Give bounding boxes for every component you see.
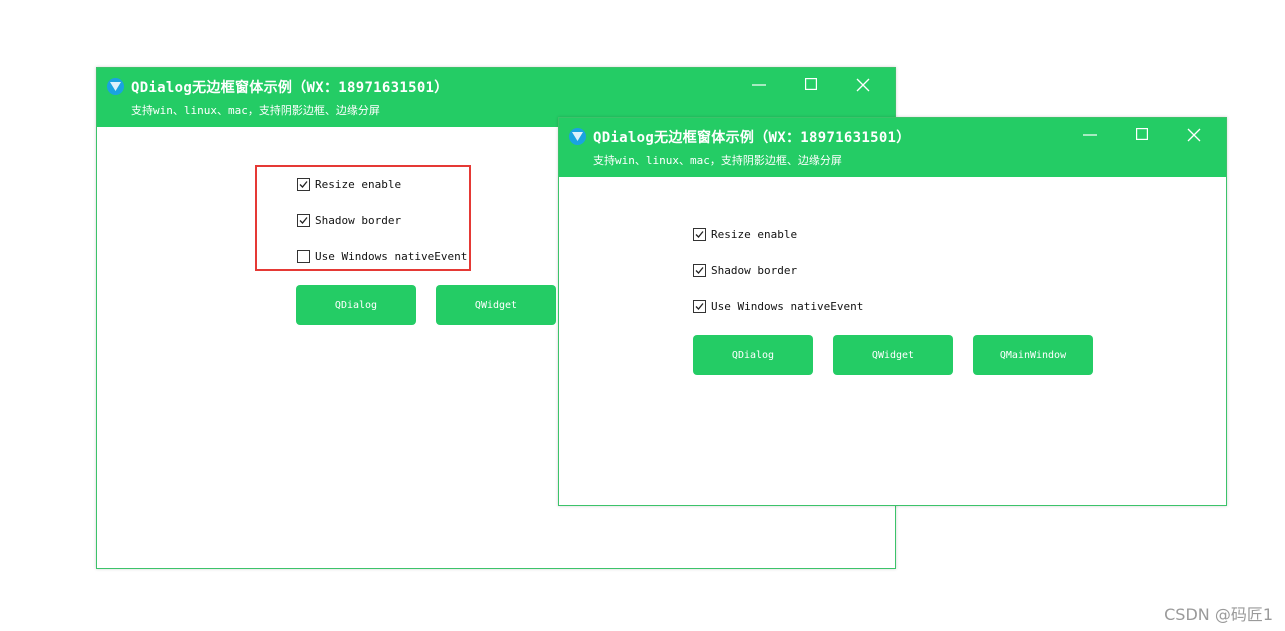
window-title: QDialog无边框窗体示例（WX：18971631501） (593, 130, 911, 146)
minimize-icon (752, 84, 766, 86)
maximize-icon (805, 78, 817, 90)
qwidget-button[interactable]: QWidget (436, 285, 556, 325)
window-controls (1076, 124, 1208, 148)
window-title: QDialog无边框窗体示例（WX：18971631501） (131, 80, 449, 96)
check-icon (299, 217, 308, 224)
shadow-border-checkbox[interactable]: Shadow border (297, 214, 401, 227)
close-button[interactable] (1180, 124, 1208, 148)
checkbox-box (297, 250, 310, 263)
checkbox-box (693, 264, 706, 277)
qdialog-button[interactable]: QDialog (296, 285, 416, 325)
checkbox-label: Resize enable (315, 178, 402, 191)
qdialog-button[interactable]: QDialog (693, 335, 813, 375)
dialog-window-front[interactable]: QDialog无边框窗体示例（WX：18971631501） 支持win、lin… (558, 117, 1227, 506)
minimize-icon (1083, 134, 1097, 136)
window-content: Resize enable Shadow border Use Windows … (559, 177, 1226, 505)
native-event-checkbox[interactable]: Use Windows nativeEvent (693, 300, 863, 313)
native-event-checkbox[interactable]: Use Windows nativeEvent (297, 250, 467, 263)
close-icon (856, 78, 870, 92)
checkbox-label: Resize enable (711, 228, 798, 241)
title-bar[interactable]: QDialog无边框窗体示例（WX：18971631501） 支持win、lin… (559, 118, 1226, 177)
maximize-button[interactable] (797, 74, 825, 98)
qmainwindow-button[interactable]: QMainWindow (973, 335, 1093, 375)
resize-enable-checkbox[interactable]: Resize enable (693, 228, 797, 241)
checkbox-box (297, 214, 310, 227)
minimize-button[interactable] (1076, 124, 1104, 148)
qwidget-button[interactable]: QWidget (833, 335, 953, 375)
maximize-button[interactable] (1128, 124, 1156, 148)
minimize-button[interactable] (745, 74, 773, 98)
window-subtitle: 支持win、linux、mac，支持阴影边框、边缘分屏 (131, 104, 380, 117)
window-controls (745, 74, 877, 98)
maximize-icon (1136, 128, 1148, 140)
check-icon (299, 181, 308, 188)
check-icon (695, 267, 704, 274)
checkbox-label: Shadow border (711, 264, 798, 277)
resize-enable-checkbox[interactable]: Resize enable (297, 178, 401, 191)
shadow-border-checkbox[interactable]: Shadow border (693, 264, 797, 277)
app-icon (107, 78, 124, 95)
window-subtitle: 支持win、linux、mac，支持阴影边框、边缘分屏 (593, 154, 842, 167)
app-icon (569, 128, 586, 145)
checkbox-box (297, 178, 310, 191)
close-icon (1187, 128, 1201, 142)
watermark: CSDN @码匠1 (1164, 605, 1273, 624)
close-button[interactable] (849, 74, 877, 98)
check-icon (695, 303, 704, 310)
checkbox-label: Shadow border (315, 214, 402, 227)
checkbox-label: Use Windows nativeEvent (315, 250, 468, 263)
check-icon (695, 231, 704, 238)
checkbox-box (693, 300, 706, 313)
desktop: QDialog无边框窗体示例（WX：18971631501） 支持win、lin… (0, 0, 1285, 631)
checkbox-box (693, 228, 706, 241)
checkbox-label: Use Windows nativeEvent (711, 300, 864, 313)
